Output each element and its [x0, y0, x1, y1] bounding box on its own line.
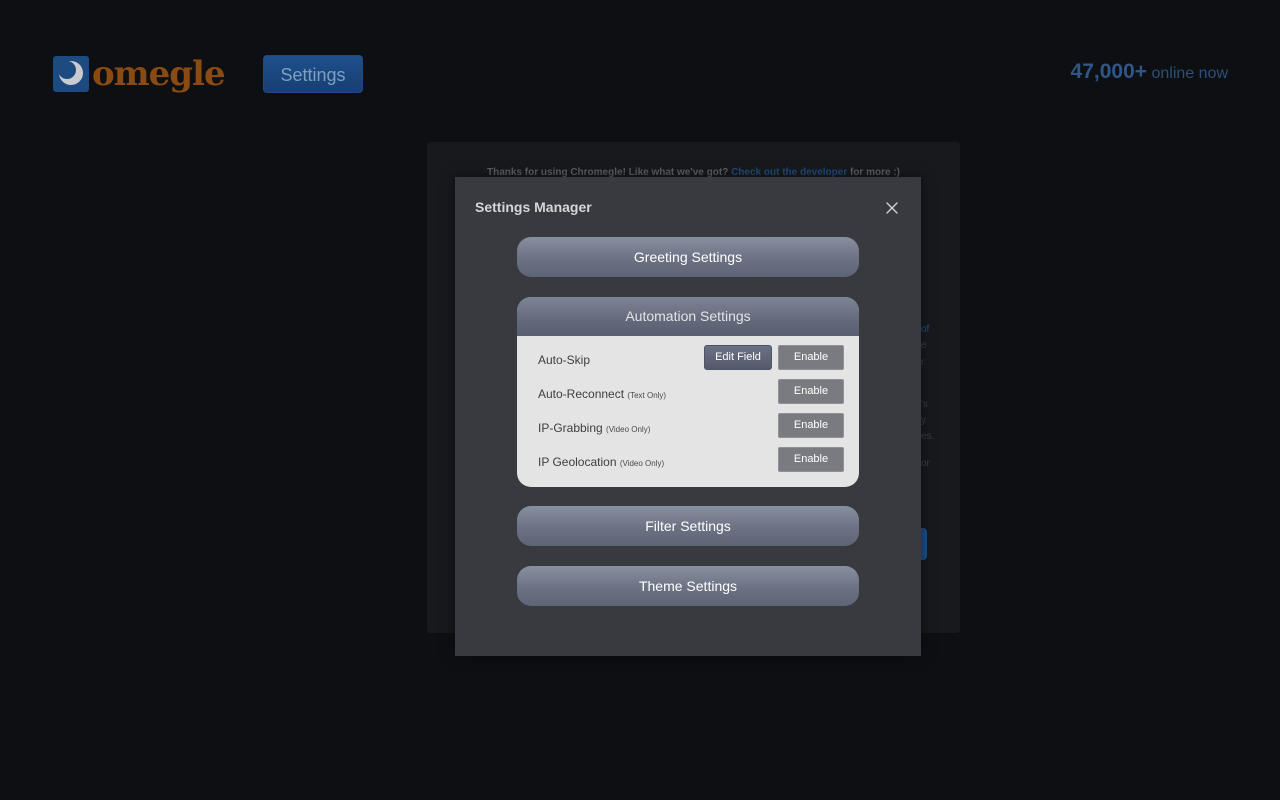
background-text-fragment: of [921, 324, 930, 335]
background-text-fragment: r [921, 357, 925, 368]
setting-name: IP Geolocation [538, 455, 617, 469]
auto-reconnect-enable-button[interactable]: Enable [778, 379, 844, 404]
background-text-fragment: 's [921, 399, 928, 410]
background-text-fragment: or [921, 458, 930, 469]
filter-settings-button[interactable]: Filter Settings [517, 506, 859, 546]
settings-manager-modal: Settings Manager Greeting Settings Autom… [455, 177, 921, 656]
setting-row-auto-skip: Auto-Skip Edit Field Enable [517, 343, 859, 377]
omegle-logo-icon [52, 55, 90, 93]
modal-title: Settings Manager [475, 199, 592, 215]
automation-settings-panel: Automation Settings Auto-Skip Edit Field… [517, 297, 859, 487]
setting-row-ip-grabbing: IP-Grabbing (Video Only) Enable [517, 411, 859, 445]
auto-skip-enable-button[interactable]: Enable [778, 345, 844, 370]
background-text-fragment: y [921, 415, 926, 426]
background-text-fragment: e [921, 340, 927, 351]
setting-name: IP-Grabbing [538, 421, 603, 435]
ip-geolocation-enable-button[interactable]: Enable [778, 447, 844, 472]
auto-skip-edit-field-button[interactable]: Edit Field [704, 345, 772, 370]
setting-row-auto-reconnect: Auto-Reconnect (Text Only) Enable [517, 377, 859, 411]
page: omegle Settings 47,000+ online now Thank… [0, 0, 1280, 800]
setting-row-ip-geolocation: IP Geolocation (Video Only) Enable [517, 445, 859, 479]
setting-label: IP-Grabbing (Video Only) [538, 421, 650, 435]
omegle-logo[interactable]: omegle [52, 54, 226, 94]
online-suffix: online now [1147, 65, 1228, 82]
close-button[interactable] [883, 199, 901, 217]
online-counter: 47,000+ online now [1071, 60, 1228, 84]
background-text-fragment: es. [921, 431, 935, 442]
setting-note: (Text Only) [627, 391, 667, 400]
greeting-settings-button[interactable]: Greeting Settings [517, 237, 859, 277]
close-icon [883, 202, 901, 221]
setting-name: Auto-Skip [538, 353, 591, 367]
setting-name: Auto-Reconnect [538, 387, 625, 401]
online-count: 47,000+ [1070, 60, 1148, 83]
theme-settings-button[interactable]: Theme Settings [517, 566, 859, 606]
setting-label: Auto-Skip [538, 353, 590, 367]
settings-button[interactable]: Settings [263, 55, 363, 93]
setting-note: (Video Only) [606, 425, 651, 434]
logo-text: omegle [92, 54, 226, 94]
automation-settings-button[interactable]: Automation Settings [517, 297, 859, 336]
setting-label: Auto-Reconnect (Text Only) [538, 387, 666, 401]
setting-note: (Video Only) [619, 459, 665, 468]
setting-label: IP Geolocation (Video Only) [538, 455, 664, 469]
ip-grabbing-enable-button[interactable]: Enable [778, 413, 844, 438]
